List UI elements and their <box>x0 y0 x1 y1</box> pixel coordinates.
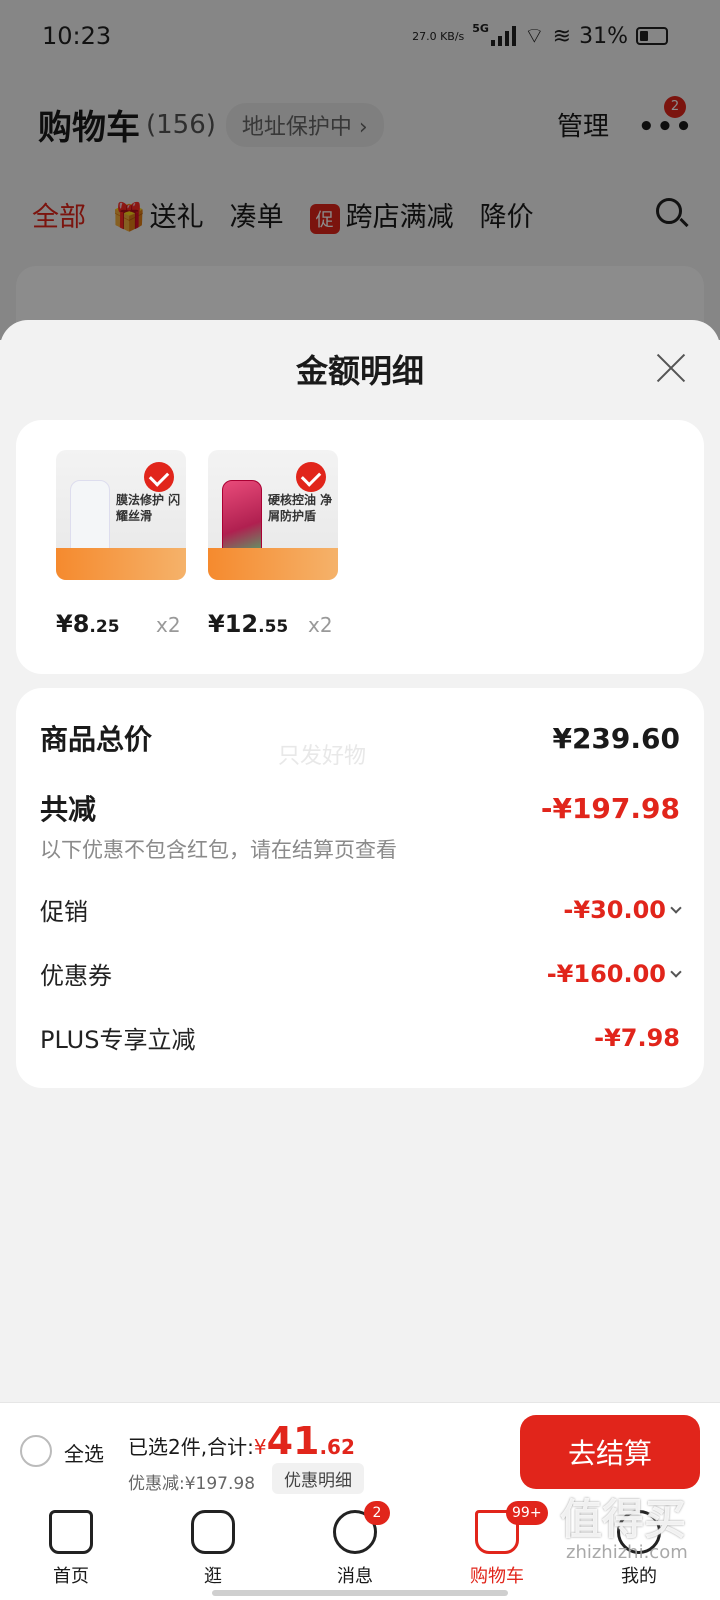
promo-value: -¥30.00 <box>563 895 666 924</box>
promo-label: 促销 <box>40 898 88 926</box>
product-item[interactable]: 硬核控油 净屑防护盾 <box>208 450 338 580</box>
promo-value-wrap: -¥30.00 <box>563 895 682 924</box>
product-qty: x2 <box>156 613 181 637</box>
select-all-label[interactable]: 全选 <box>64 1438 104 1467</box>
check-icon <box>296 462 326 492</box>
discount-detail-button[interactable]: 优惠明细 <box>272 1463 364 1494</box>
reduce-label: 共减 <box>40 793 97 826</box>
coupon-row[interactable]: 优惠券 -¥160.00 <box>40 956 682 991</box>
tab-me-label: 我的 <box>621 1566 657 1587</box>
chevron-down-icon <box>670 965 682 978</box>
sheet-title: 金额明细 <box>295 352 424 390</box>
selected-prefix: 已选2件,合计: <box>128 1435 254 1459</box>
price-dec: .25 <box>89 617 120 637</box>
home-indicator[interactable] <box>212 1590 508 1596</box>
cart-badge: 99+ <box>506 1501 548 1525</box>
selected-products: 膜法修护 闪耀丝滑 ¥8.25 x2 硬核控油 净屑防护盾 ¥12.55 x2 <box>16 420 704 674</box>
product-image-band <box>208 548 338 580</box>
amount-int: 41 <box>266 1419 320 1463</box>
selected-total: 已选2件,合计: ¥ 41 .62 <box>128 1419 355 1463</box>
discount-summary: 优惠减:¥197.98 <box>128 1474 256 1494</box>
reduce-row: 共减 -¥197.98 <box>40 788 680 828</box>
product-price: ¥8.25 <box>56 610 120 638</box>
tab-home-label: 首页 <box>53 1566 89 1587</box>
price-int: ¥8 <box>56 610 90 638</box>
watermark-logo: 值得买 <box>560 1495 687 1544</box>
plus-value: -¥7.98 <box>594 1023 680 1052</box>
tab-browse[interactable]: 逛 <box>158 1510 268 1588</box>
modal-overlay[interactable] <box>0 0 720 340</box>
plus-row: PLUS专享立减 -¥7.98 <box>40 1020 680 1055</box>
tab-home[interactable]: 首页 <box>16 1510 126 1588</box>
product-image: 膜法修护 闪耀丝滑 <box>56 450 186 580</box>
select-all-radio[interactable] <box>20 1435 52 1467</box>
coupon-value: -¥160.00 <box>546 959 666 988</box>
product-price: ¥12.55 <box>208 610 288 638</box>
total-row: 商品总价 ¥239.60 <box>40 718 680 758</box>
chevron-down-icon <box>670 901 682 914</box>
total-label: 商品总价 <box>40 723 153 756</box>
currency-symbol: ¥ <box>253 1435 267 1459</box>
amount-dec: .62 <box>319 1435 355 1459</box>
reduce-value: -¥197.98 <box>540 791 680 825</box>
price-dec: .55 <box>258 617 289 637</box>
check-icon <box>144 462 174 492</box>
product-image-text: 硬核控油 净屑防护盾 <box>268 493 333 523</box>
browse-icon <box>191 1510 235 1554</box>
plus-label: PLUS专享立减 <box>40 1026 196 1054</box>
tab-messages[interactable]: 2 消息 <box>300 1501 410 1588</box>
cart-icon: 99+ <box>475 1501 548 1554</box>
tab-messages-label: 消息 <box>337 1566 373 1587</box>
total-value: ¥239.60 <box>552 721 680 755</box>
tab-cart[interactable]: 99+ 购物车 <box>442 1501 552 1588</box>
price-summary: 只发好物 商品总价 ¥239.60 共减 -¥197.98 以下优惠不包含红包，… <box>16 688 704 1088</box>
coupon-label: 优惠券 <box>40 962 112 990</box>
tab-cart-label: 购物车 <box>470 1566 524 1587</box>
price-int: ¥12 <box>208 610 259 638</box>
product-image: 硬核控油 净屑防护盾 <box>208 450 338 580</box>
watermark-site: zhizhizhi.com <box>566 1542 688 1563</box>
message-badge: 2 <box>364 1501 390 1525</box>
discount-note: 以下优惠不包含红包，请在结算页查看 <box>40 838 397 862</box>
bottle-shape <box>222 480 262 558</box>
checkout-button[interactable]: 去结算 <box>520 1415 700 1489</box>
tab-browse-label: 逛 <box>204 1566 222 1587</box>
coupon-value-wrap: -¥160.00 <box>546 959 682 988</box>
product-qty: x2 <box>308 613 333 637</box>
home-icon <box>49 1510 93 1554</box>
product-image-band <box>56 548 186 580</box>
product-image-text: 膜法修护 闪耀丝滑 <box>116 493 181 523</box>
product-item[interactable]: 膜法修护 闪耀丝滑 <box>56 450 186 580</box>
close-icon[interactable] <box>652 350 688 386</box>
bottle-shape <box>70 480 110 558</box>
promo-row[interactable]: 促销 -¥30.00 <box>40 892 682 927</box>
message-icon: 2 <box>333 1501 390 1554</box>
